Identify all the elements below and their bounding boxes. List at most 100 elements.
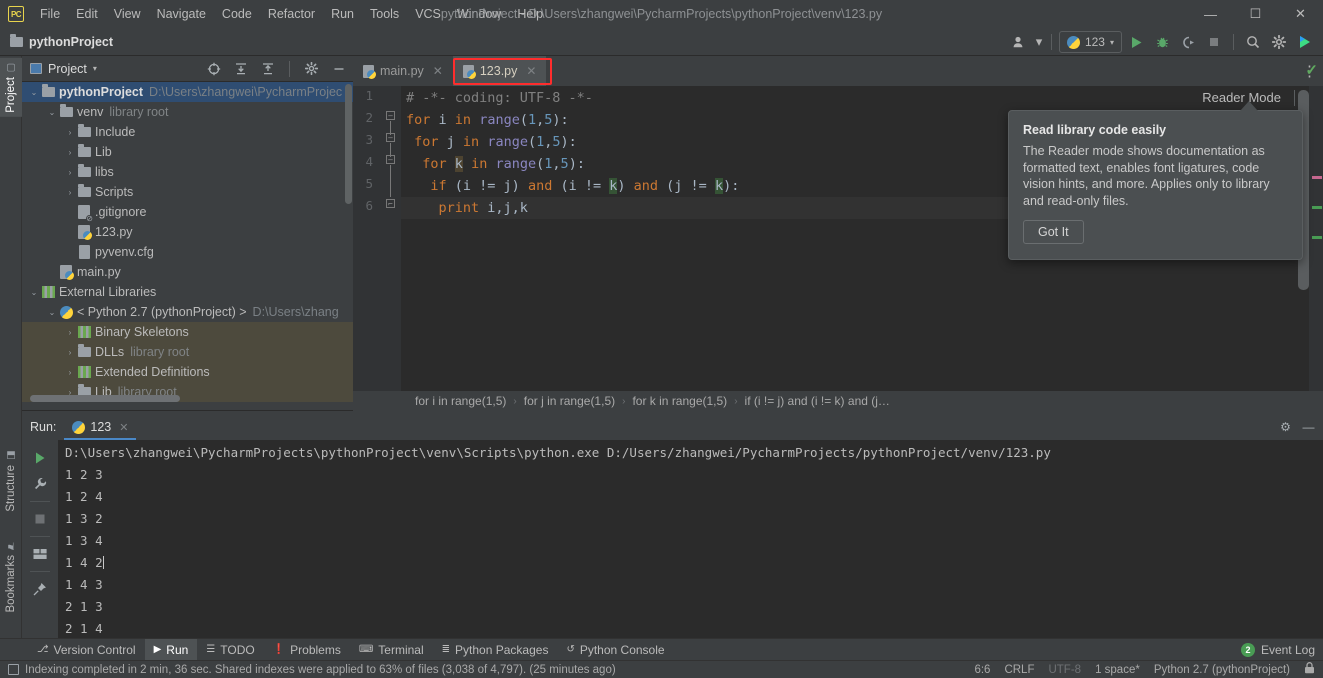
layout-icon[interactable]	[27, 542, 53, 566]
event-log-label[interactable]: Event Log	[1261, 643, 1315, 657]
tree-node-libs[interactable]: › libs	[22, 162, 353, 182]
inspection-status-icon[interactable]: ✓	[1305, 61, 1318, 79]
code-line[interactable]: # -*- coding: UTF-8 -*-	[401, 87, 1323, 109]
event-log-area[interactable]: 2 Event Log	[1240, 642, 1315, 657]
minimize-button[interactable]: —	[1188, 0, 1233, 28]
fold-marker[interactable]: –	[386, 133, 395, 142]
fold-marker[interactable]: –	[386, 155, 395, 164]
chevron-right-icon[interactable]: ›	[64, 368, 76, 377]
rerun-icon[interactable]	[27, 446, 53, 470]
tool-window-button-structure[interactable]: Structure ⬓	[0, 446, 22, 516]
chevron-right-icon[interactable]: ›	[64, 328, 76, 337]
user-icon[interactable]	[1008, 31, 1032, 53]
bottom-tab-version-control[interactable]: ⎇ Version Control	[28, 639, 145, 661]
tree-node-dlls[interactable]: › DLLs library root	[22, 342, 353, 362]
bottom-tab-problems[interactable]: ❗ Problems	[264, 639, 350, 661]
wrench-icon[interactable]	[27, 472, 53, 496]
chevron-down-icon[interactable]: ⌄	[28, 88, 40, 97]
fold-marker[interactable]: ⌐	[386, 199, 395, 208]
bottom-tab-run[interactable]: ▶ Run	[144, 638, 198, 661]
tree-node-external-libraries[interactable]: ⌄ External Libraries	[22, 282, 353, 302]
menu-item-navigate[interactable]: Navigate	[149, 3, 214, 25]
indent-setting[interactable]: 1 space*	[1095, 664, 1140, 676]
chevron-right-icon[interactable]: ›	[64, 168, 76, 177]
pin-icon[interactable]	[27, 577, 53, 601]
close-button[interactable]: ✕	[1278, 0, 1323, 28]
menu-item-tools[interactable]: Tools	[362, 3, 407, 25]
fold-marker[interactable]: –	[386, 111, 395, 120]
tree-vertical-scrollbar[interactable]	[345, 84, 352, 204]
menu-item-window[interactable]: Window	[449, 3, 509, 25]
project-tree[interactable]: ⌄ pythonProject D:\Users\zhangwei\PycharmP…	[22, 82, 353, 404]
breadcrumb-item[interactable]: for k in range(1,5)	[632, 394, 727, 408]
run-console[interactable]: D:\Users\zhangwei\PycharmProjects\python…	[59, 440, 1323, 638]
tree-node-pythonproject[interactable]: ⌄ pythonProject D:\Users\zhangwei\PycharmP…	[22, 82, 353, 102]
tree-node-binary-skeletons[interactable]: › Binary Skeletons	[22, 322, 353, 342]
run-configuration-selector[interactable]: 123 ▾	[1058, 31, 1122, 53]
project-panel-title[interactable]: Project	[48, 62, 87, 76]
menu-item-help[interactable]: Help	[509, 3, 551, 25]
close-icon[interactable]: ✕	[433, 64, 443, 78]
caret-position[interactable]: 6:6	[974, 664, 990, 676]
marker-gutter[interactable]	[1309, 86, 1323, 411]
tree-node-123-py[interactable]: 123.py	[22, 222, 353, 242]
bottom-tab-python-console[interactable]: ↺ Python Console	[557, 639, 673, 661]
ide-update-icon[interactable]	[1293, 31, 1317, 53]
marker-stripe[interactable]	[1312, 206, 1322, 209]
gear-icon[interactable]: ⚙	[1275, 417, 1296, 437]
editor-tab-main-py[interactable]: main.py ✕	[353, 56, 453, 86]
line-separator[interactable]: CRLF	[1004, 664, 1034, 676]
tree-node-include[interactable]: › Include	[22, 122, 353, 142]
tree-node-pyvenv-cfg[interactable]: pyvenv.cfg	[22, 242, 353, 262]
file-encoding[interactable]: UTF-8	[1048, 664, 1081, 676]
menu-item-view[interactable]: View	[106, 3, 149, 25]
tree-node-gitignore[interactable]: .gitignore	[22, 202, 353, 223]
chevron-right-icon[interactable]: ›	[64, 348, 76, 357]
hide-panel-icon[interactable]: —	[1298, 417, 1319, 437]
marker-stripe[interactable]	[1312, 236, 1322, 239]
editor-tab-123-py[interactable]: 123.py ✕	[452, 56, 547, 86]
tree-node-lib[interactable]: › Lib	[22, 142, 353, 162]
tool-window-button-bookmarks[interactable]: Bookmarks ⚑	[0, 536, 22, 617]
run-button[interactable]	[1124, 31, 1148, 53]
chevron-right-icon[interactable]: ›	[64, 188, 76, 197]
select-opened-file-icon[interactable]	[203, 59, 224, 79]
menu-item-code[interactable]: Code	[214, 3, 260, 25]
chevron-down-icon[interactable]: ⌄	[46, 108, 58, 117]
menu-item-edit[interactable]: Edit	[68, 3, 106, 25]
tree-node-python-2-7-pythonproject[interactable]: ⌄ < Python 2.7 (pythonProject) > D:\Users\…	[22, 302, 353, 322]
search-icon[interactable]	[1241, 31, 1265, 53]
chevron-down-icon[interactable]: ⌄	[28, 288, 40, 297]
chevron-down-icon[interactable]: ⌄	[46, 308, 58, 317]
breadcrumb-item[interactable]: for j in range(1,5)	[524, 394, 615, 408]
got-it-button[interactable]: Got It	[1023, 220, 1084, 244]
tree-node-main-py[interactable]: main.py	[22, 262, 353, 282]
menu-item-refactor[interactable]: Refactor	[260, 3, 323, 25]
interpreter-setting[interactable]: Python 2.7 (pythonProject)	[1154, 664, 1290, 676]
run-with-coverage-button[interactable]	[1176, 31, 1200, 53]
tree-node-extended-definitions[interactable]: › Extended Definitions	[22, 362, 353, 382]
stop-icon[interactable]	[27, 507, 53, 531]
chevron-down-icon[interactable]: ▾	[93, 64, 97, 73]
debug-button[interactable]	[1150, 31, 1174, 53]
menu-item-file[interactable]: File	[32, 3, 68, 25]
run-tab-123[interactable]: 123 ✕	[64, 414, 137, 440]
bottom-tab-terminal[interactable]: ⌨ Terminal	[350, 639, 433, 661]
lock-icon[interactable]	[1304, 662, 1315, 677]
breadcrumb-item[interactable]: for i in range(1,5)	[415, 394, 506, 408]
bottom-tab-python-packages[interactable]: ≣ Python Packages	[433, 639, 558, 661]
gear-icon[interactable]	[1267, 31, 1291, 53]
project-name-label[interactable]: pythonProject	[29, 35, 113, 49]
chevron-right-icon[interactable]: ›	[64, 128, 76, 137]
breadcrumb-item[interactable]: if (i != j) and (i != k) and (j…	[745, 394, 890, 408]
bottom-tab-todo[interactable]: ☰ TODO	[197, 639, 263, 661]
editor-gutter[interactable]: – – – ⌐ 1 2 3 4 5 6	[353, 86, 401, 411]
tree-node-scripts[interactable]: › Scripts	[22, 182, 353, 202]
stop-button[interactable]	[1202, 31, 1226, 53]
menu-item-vcs[interactable]: VCS	[407, 3, 449, 25]
collapse-all-icon[interactable]	[257, 59, 278, 79]
close-icon[interactable]: ✕	[119, 421, 128, 434]
chevron-right-icon[interactable]: ›	[64, 148, 76, 157]
gear-icon[interactable]	[301, 59, 322, 79]
hide-panel-icon[interactable]	[328, 59, 349, 79]
